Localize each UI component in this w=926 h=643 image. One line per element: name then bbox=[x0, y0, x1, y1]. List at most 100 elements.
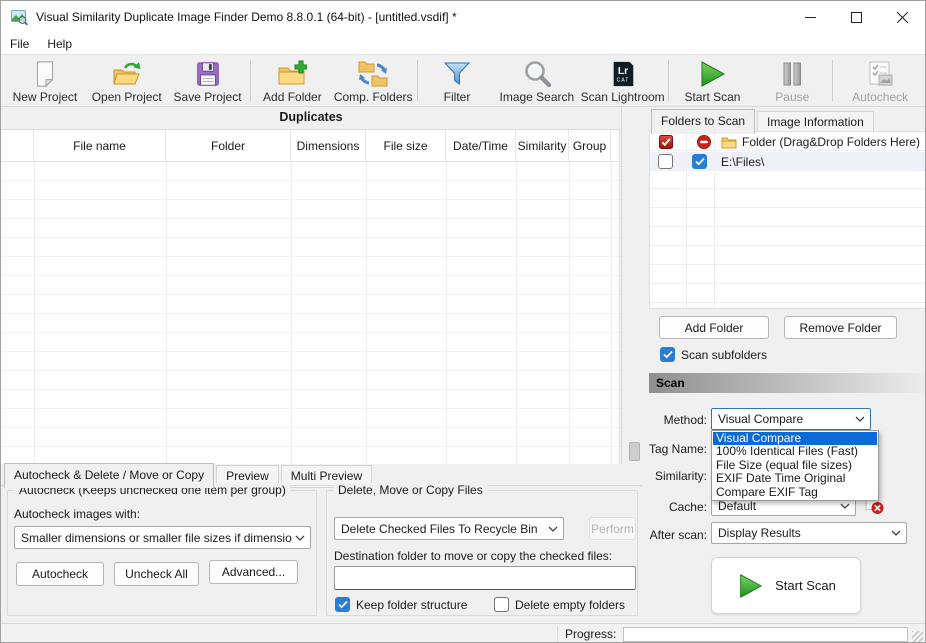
chevron-down-icon bbox=[840, 503, 850, 509]
scan-section-header: Scan bbox=[649, 373, 926, 393]
toolbar-open-project-label: Open Project bbox=[92, 90, 162, 104]
folders-to-scan-list[interactable]: Folder (Drag&Drop Folders Here) E:\Files… bbox=[649, 131, 926, 309]
toolbar-comp-folders-label: Comp. Folders bbox=[334, 90, 413, 104]
scan-subfolders-checkbox[interactable] bbox=[660, 347, 675, 362]
delete-empty-folders-row[interactable]: Delete empty folders bbox=[494, 597, 625, 612]
column-line bbox=[366, 162, 367, 464]
minimize-button[interactable] bbox=[787, 1, 833, 33]
add-folder-button[interactable]: Add Folder bbox=[659, 316, 769, 339]
lightroom-icon: Lr CAT bbox=[609, 58, 637, 89]
dropdown-option-file-size[interactable]: File Size (equal file sizes) bbox=[713, 459, 877, 472]
dropdown-option-visual-compare[interactable]: Visual Compare bbox=[713, 432, 877, 445]
autocheck-group: Autocheck (Keeps unchecked one item per … bbox=[7, 490, 317, 616]
resize-grip-icon[interactable] bbox=[912, 631, 923, 642]
column-header-similarity[interactable]: Similarity bbox=[516, 130, 569, 161]
application-window: Visual Similarity Duplicate Image Finder… bbox=[0, 0, 926, 643]
delete-empty-folders-label: Delete empty folders bbox=[515, 598, 625, 612]
folder-row-scan-checkbox[interactable] bbox=[692, 154, 707, 169]
menu-help[interactable]: Help bbox=[38, 35, 81, 53]
panel-splitter[interactable] bbox=[621, 107, 622, 464]
remove-folder-button[interactable]: Remove Folder bbox=[784, 316, 897, 339]
toolbar-start-scan[interactable]: Start Scan bbox=[671, 55, 755, 106]
toolbar-start-scan-label: Start Scan bbox=[684, 90, 740, 104]
delete-action-combo[interactable]: Delete Checked Files To Recycle Bin bbox=[334, 517, 564, 540]
toolbar-save-project-label: Save Project bbox=[174, 90, 242, 104]
column-header-date-time[interactable]: Date/Time bbox=[446, 130, 516, 161]
column-header-filler bbox=[611, 130, 619, 161]
close-button[interactable] bbox=[879, 1, 925, 33]
column-header-check[interactable] bbox=[1, 130, 34, 161]
column-line bbox=[34, 162, 35, 464]
toolbar-new-project[interactable]: New Project bbox=[3, 55, 87, 106]
tab-autocheck-delete[interactable]: Autocheck & Delete / Move or Copy bbox=[4, 463, 214, 488]
folder-list-header-row: Folder (Drag&Drop Folders Here) bbox=[650, 132, 925, 152]
method-combo[interactable]: Visual Compare bbox=[711, 408, 871, 430]
play-icon bbox=[736, 571, 764, 601]
folder-row[interactable]: E:\Files\ bbox=[650, 152, 925, 171]
image-search-icon bbox=[522, 58, 552, 89]
tab-folders-to-scan[interactable]: Folders to Scan bbox=[651, 109, 755, 134]
column-line bbox=[291, 162, 292, 464]
check-icon bbox=[695, 157, 705, 166]
keep-folder-structure-checkbox[interactable] bbox=[335, 597, 350, 612]
check-column-icon[interactable] bbox=[659, 135, 673, 149]
advanced-button[interactable]: Advanced... bbox=[209, 560, 298, 584]
toolbar-filter[interactable]: Filter bbox=[420, 55, 494, 106]
app-logo-icon bbox=[11, 9, 28, 26]
save-project-icon bbox=[194, 58, 222, 89]
maximize-button[interactable] bbox=[833, 1, 879, 33]
autocheck-button[interactable]: Autocheck bbox=[16, 562, 104, 586]
toolbar-comp-folders[interactable]: Comp. Folders bbox=[331, 55, 415, 106]
toolbar-separator bbox=[250, 60, 251, 101]
destination-folder-label: Destination folder to move or copy the c… bbox=[334, 549, 612, 563]
delete-group-title: Delete, Move or Copy Files bbox=[334, 483, 487, 497]
dropdown-option-compare-exif[interactable]: Compare EXIF Tag bbox=[713, 486, 877, 499]
column-line bbox=[569, 162, 570, 464]
lightroom-lr-text: Lr bbox=[618, 66, 628, 77]
chevron-down-icon bbox=[891, 530, 901, 536]
window-title: Visual Similarity Duplicate Image Finder… bbox=[36, 10, 457, 24]
dropdown-option-identical-files[interactable]: 100% Identical Files (Fast) bbox=[713, 445, 877, 458]
toolbar-save-project[interactable]: Save Project bbox=[167, 55, 249, 106]
toolbar-add-folder[interactable]: Add Folder bbox=[253, 55, 331, 106]
column-line bbox=[611, 162, 612, 464]
autocheck-button-label: Autocheck bbox=[32, 567, 88, 581]
dropdown-option-exif-date[interactable]: EXIF Date Time Original bbox=[713, 472, 877, 485]
toolbar-image-search[interactable]: Image Search bbox=[494, 55, 580, 106]
column-header-folder[interactable]: Folder bbox=[166, 130, 291, 161]
check-icon bbox=[663, 350, 673, 359]
toolbar-add-folder-label: Add Folder bbox=[263, 90, 322, 104]
compare-folders-icon bbox=[357, 58, 389, 89]
menu-file[interactable]: File bbox=[1, 35, 38, 53]
method-combo-value: Visual Compare bbox=[718, 412, 803, 426]
start-scan-button[interactable]: Start Scan bbox=[711, 557, 861, 614]
column-header-file-name[interactable]: File name bbox=[34, 130, 166, 161]
add-folder-button-label: Add Folder bbox=[685, 321, 744, 335]
column-header-group[interactable]: Group bbox=[569, 130, 611, 161]
duplicates-body[interactable] bbox=[1, 162, 619, 464]
toolbar-open-project[interactable]: Open Project bbox=[87, 55, 167, 106]
folder-row-checkbox[interactable] bbox=[658, 154, 673, 169]
toolbar-pause: Pause bbox=[754, 55, 830, 106]
duplicates-table: File name Folder Dimensions File size Da… bbox=[1, 129, 620, 464]
similarity-label: Similarity: bbox=[637, 469, 707, 483]
uncheck-all-button[interactable]: Uncheck All bbox=[114, 562, 199, 586]
window-controls bbox=[787, 1, 925, 33]
method-dropdown-list: Visual Compare 100% Identical Files (Fas… bbox=[711, 430, 879, 501]
destination-folder-input[interactable] bbox=[334, 566, 636, 590]
chevron-down-icon bbox=[855, 416, 865, 422]
advanced-button-label: Advanced... bbox=[222, 565, 285, 579]
column-header-dimensions[interactable]: Dimensions bbox=[291, 130, 366, 161]
toolbar-scan-lightroom[interactable]: Lr CAT Scan Lightroom bbox=[580, 55, 666, 106]
delete-move-copy-group: Delete, Move or Copy Files Delete Checke… bbox=[326, 490, 638, 616]
column-line bbox=[166, 162, 167, 464]
exclude-column-icon[interactable] bbox=[697, 135, 711, 149]
toolbar-separator bbox=[668, 60, 669, 101]
scan-subfolders-checkbox-row[interactable]: Scan subfolders bbox=[660, 347, 767, 362]
delete-empty-folders-checkbox[interactable] bbox=[494, 597, 509, 612]
keep-folder-structure-row[interactable]: Keep folder structure bbox=[335, 597, 467, 612]
column-header-file-size[interactable]: File size bbox=[366, 130, 446, 161]
after-scan-combo[interactable]: Display Results bbox=[711, 522, 907, 544]
autocheck-criteria-combo[interactable]: Smaller dimensions or smaller file sizes… bbox=[14, 526, 311, 549]
folder-column-header: Folder (Drag&Drop Folders Here) bbox=[742, 135, 920, 149]
